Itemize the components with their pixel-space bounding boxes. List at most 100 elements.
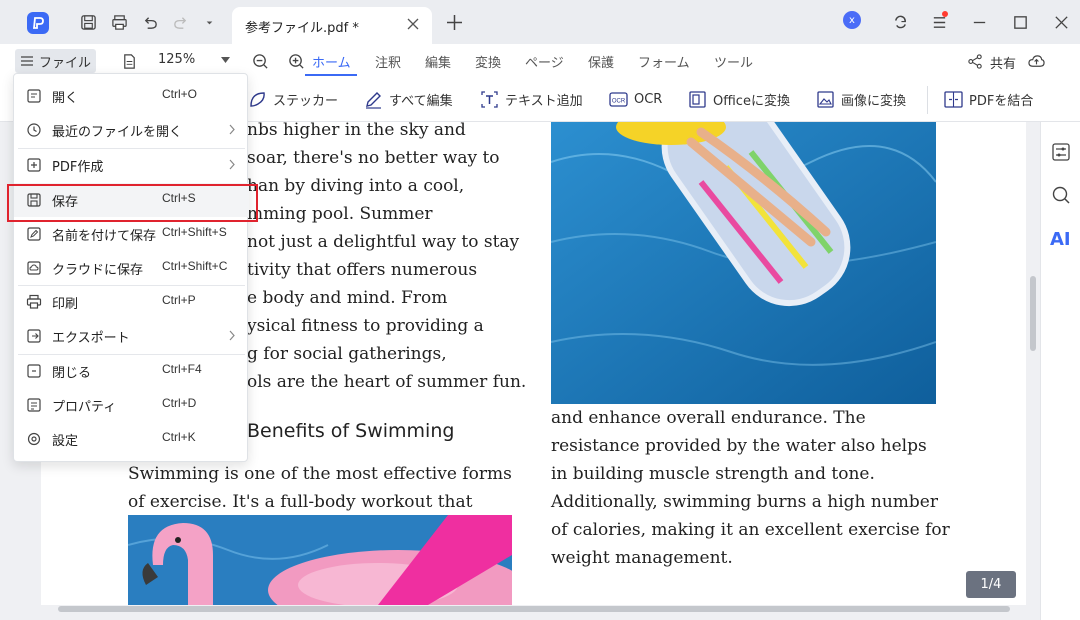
undo-icon[interactable]	[141, 13, 159, 31]
cloud-upload-icon[interactable]	[1027, 52, 1045, 70]
edit-all-button[interactable]: すべて編集	[364, 90, 453, 109]
close-window-icon[interactable]	[1052, 13, 1070, 31]
add-text-button[interactable]: テキスト追加	[480, 90, 583, 109]
menu-item-settings[interactable]: 設定 Ctrl+K	[14, 422, 249, 456]
tab-annotate[interactable]: 注釈	[375, 52, 401, 71]
share-label[interactable]: 共有	[990, 53, 1016, 72]
ocr-icon: OCR	[609, 92, 628, 107]
cloud-save-icon	[27, 261, 41, 275]
app-logo-icon[interactable]	[27, 12, 49, 34]
menu-item-shortcut: Ctrl+Shift+C	[162, 259, 228, 273]
left-column-text: nbs higher in the sky and soar, there's …	[247, 122, 526, 396]
sync-icon[interactable]	[891, 13, 909, 31]
menu-item-print[interactable]: 印刷 Ctrl+P	[14, 285, 249, 319]
maximize-icon[interactable]	[1011, 13, 1029, 31]
save-highlight-annotation	[7, 184, 258, 222]
menu-item-properties[interactable]: プロパティ Ctrl+D	[14, 388, 249, 422]
convert-image-label: 画像に変換	[841, 94, 907, 109]
image-convert-icon	[817, 91, 834, 108]
text-line: soar, there's no better way to	[247, 148, 500, 168]
file-menu-dropdown: 開く Ctrl+O 最近のファイルを開く PDF作成 保存 Ctrl+S 名前を…	[13, 73, 249, 462]
merge-pdf-button[interactable]: PDFを結合	[944, 90, 1033, 109]
quick-access-dropdown-icon[interactable]	[200, 13, 218, 31]
menu-item-shortcut: Ctrl+D	[162, 396, 197, 410]
search-icon[interactable]	[1051, 185, 1071, 205]
tab-tools[interactable]: ツール	[714, 52, 753, 71]
share-icon[interactable]	[966, 52, 984, 70]
zoom-in-icon[interactable]	[287, 52, 305, 70]
menu-item-label: 名前を付けて保存	[52, 229, 157, 244]
open-icon	[27, 89, 41, 103]
convert-office-button[interactable]: Officeに変換	[688, 90, 790, 109]
text-line: nbs higher in the sky and	[247, 122, 466, 140]
menu-item-label: 開く	[52, 91, 79, 106]
zoom-level[interactable]: 125%	[158, 52, 195, 67]
menu-item-shortcut: Ctrl+Shift+S	[162, 225, 227, 239]
document-tab-title: 参考ファイル.pdf *	[245, 21, 359, 36]
zoom-out-icon[interactable]	[251, 52, 269, 70]
clock-icon	[27, 123, 41, 137]
text-line: of exercise. It's a full-body workout th…	[128, 492, 473, 512]
menu-item-label: クラウドに保存	[52, 263, 144, 278]
menu-item-recent[interactable]: 最近のファイルを開く	[14, 113, 249, 147]
page-view-icon[interactable]	[120, 52, 138, 70]
svg-text:OCR: OCR	[612, 99, 626, 105]
pool-float-photo	[551, 122, 936, 404]
close-file-icon	[27, 364, 41, 378]
ai-assistant-button[interactable]: AI	[1050, 229, 1071, 250]
print-quick-icon[interactable]	[110, 13, 128, 31]
convert-office-label: Officeに変換	[713, 94, 790, 109]
user-avatar[interactable]: x	[843, 11, 861, 29]
sticker-icon	[250, 92, 265, 107]
menu-item-label: PDF作成	[52, 160, 104, 175]
text-line: mming pool. Summer	[247, 204, 433, 224]
chevron-right-icon	[229, 330, 235, 341]
text-line: tivity that offers numerous	[247, 260, 478, 280]
new-tab-icon[interactable]	[446, 14, 463, 31]
close-tab-icon[interactable]	[406, 17, 420, 31]
file-menu-button[interactable]: ファイル	[15, 49, 96, 73]
text-line: resistance provided by the water also he…	[551, 436, 927, 456]
horizontal-scrollbar[interactable]	[58, 606, 1010, 612]
title-bar: 参考ファイル.pdf * x	[0, 0, 1080, 44]
convert-image-button[interactable]: 画像に変換	[816, 90, 906, 109]
menu-item-shortcut: Ctrl+K	[162, 430, 196, 444]
menu-item-create-pdf[interactable]: PDF作成	[14, 148, 249, 182]
redo-icon[interactable]	[171, 13, 189, 31]
menu-item-save-as[interactable]: 名前を付けて保存 Ctrl+Shift+S	[14, 217, 249, 251]
menu-item-shortcut: Ctrl+F4	[162, 362, 202, 376]
zoom-dropdown-icon[interactable]	[221, 57, 230, 63]
merge-icon	[944, 91, 963, 108]
minimize-icon[interactable]	[970, 13, 988, 31]
properties-icon	[27, 398, 41, 412]
menu-item-close[interactable]: 閉じる Ctrl+F4	[14, 354, 249, 388]
vertical-scrollbar[interactable]	[1030, 276, 1036, 351]
right-side-panel: AI	[1040, 122, 1080, 620]
text-line: of calories, making it an excellent exer…	[551, 520, 950, 540]
pdf-create-icon	[27, 158, 41, 172]
properties-panel-icon[interactable]	[1051, 142, 1071, 162]
tab-forms[interactable]: フォーム	[638, 52, 690, 71]
menu-item-open[interactable]: 開く Ctrl+O	[14, 79, 249, 113]
tab-protect[interactable]: 保護	[588, 52, 614, 71]
ocr-button[interactable]: OCR OCR	[609, 90, 662, 109]
edit-all-label: すべて編集	[389, 94, 453, 109]
tab-home[interactable]: ホーム	[312, 52, 351, 71]
menu-item-label: エクスポート	[52, 331, 130, 346]
tab-edit[interactable]: 編集	[425, 52, 451, 71]
ribbon-divider	[927, 86, 928, 114]
tab-convert[interactable]: 変換	[475, 52, 501, 71]
print-icon	[26, 294, 42, 309]
menu-item-label: 閉じる	[52, 366, 92, 381]
text-line: Swimming is one of the most effective fo…	[128, 464, 512, 484]
sticker-button[interactable]: ステッカー	[248, 90, 338, 109]
document-tab[interactable]: 参考ファイル.pdf *	[232, 7, 432, 44]
save-quick-icon[interactable]	[79, 13, 97, 31]
menu-item-export[interactable]: エクスポート	[14, 319, 249, 353]
edit-pen-icon	[366, 92, 381, 109]
text-line: weight management.	[551, 548, 733, 568]
text-line: ysical fitness to providing a	[247, 316, 484, 336]
menu-item-save-cloud[interactable]: クラウドに保存 Ctrl+Shift+C	[14, 251, 249, 285]
settings-icon	[27, 432, 41, 446]
tab-pages[interactable]: ページ	[525, 52, 564, 71]
